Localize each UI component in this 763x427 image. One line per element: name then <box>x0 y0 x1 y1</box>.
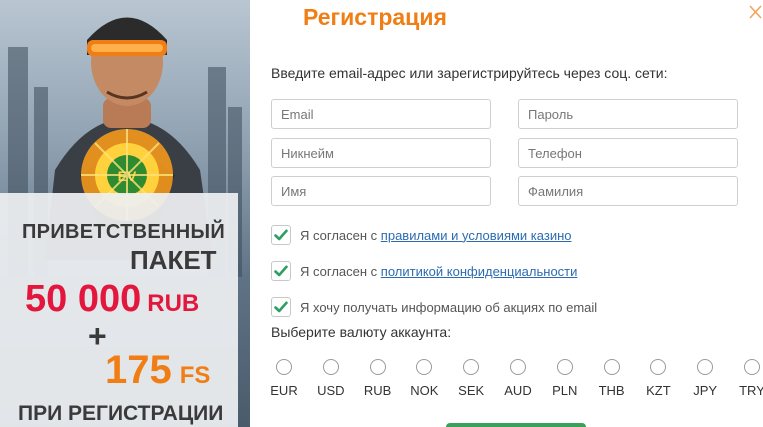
currency-radio[interactable] <box>556 359 573 375</box>
promo-package-text: ПАКЕТ <box>130 245 217 275</box>
currency-option-thb[interactable]: THB <box>592 359 632 398</box>
currency-radio[interactable] <box>369 359 386 375</box>
promo-email-checkbox[interactable] <box>271 297 291 317</box>
currency-code: TRY <box>739 383 763 398</box>
promo-bonus-value: 50 000 <box>25 278 142 320</box>
currency-code: JPY <box>693 383 718 398</box>
currency-code: RUB <box>363 383 392 398</box>
terms-agreement-row: Я согласен с правилами и условиями казин… <box>271 224 572 246</box>
currency-code: EUR <box>270 383 298 398</box>
currency-code: PLN <box>552 383 578 398</box>
currency-code: SEK <box>458 383 485 398</box>
currency-option-aud[interactable]: AUD <box>498 359 538 398</box>
promo-plus-sign: + <box>88 318 107 354</box>
dialog-title: Регистрация <box>303 4 447 30</box>
last-name-field[interactable] <box>518 176 738 206</box>
terms-prefix-text: Я согласен с <box>300 227 378 243</box>
currency-radio[interactable] <box>322 359 339 375</box>
privacy-agreement-row: Я согласен с политикой конфиденциальност… <box>271 260 577 282</box>
currency-radio[interactable] <box>463 359 480 375</box>
promo-bonus-currency: RUB <box>147 290 200 317</box>
phone-field[interactable] <box>518 138 738 168</box>
promo-banner: EV ПРИВЕТСТВЕННЫЙ ПАКЕТ 50 000RUB + 175F… <box>0 0 250 427</box>
terms-checkbox[interactable] <box>271 225 291 245</box>
currency-code: THB <box>598 383 625 398</box>
currency-code: NOK <box>410 383 439 398</box>
currency-option-nok[interactable]: NOK <box>404 359 444 398</box>
currency-option-try[interactable]: TRY <box>732 359 763 398</box>
promo-email-label: Я хочу получать информацию об акциях по … <box>300 299 598 315</box>
currency-label: Выберите валюту аккаунта: <box>271 324 452 340</box>
promo-email-row: Я хочу получать информацию об акциях по … <box>271 296 597 318</box>
currency-radio[interactable] <box>276 359 292 375</box>
checkmark-icon <box>274 229 288 241</box>
currency-option-usd[interactable]: USD <box>311 359 351 398</box>
currency-option-eur[interactable]: EUR <box>264 359 304 398</box>
terms-link[interactable]: правилами и условиями казино <box>381 228 572 243</box>
promo-welcome-text: ПРИВЕТСТВЕННЫЙ <box>22 221 226 243</box>
currency-option-sek[interactable]: SEK <box>451 359 491 398</box>
currency-code: USD <box>317 383 345 398</box>
currency-code: AUD <box>504 383 532 398</box>
privacy-checkbox[interactable] <box>271 261 291 281</box>
promo-free-spins-label: FS <box>179 362 211 389</box>
email-field[interactable] <box>271 99 491 129</box>
submit-button[interactable] <box>446 423 586 427</box>
nickname-field[interactable] <box>271 138 491 168</box>
registration-subtitle: Введите email-адрес или зарегистрируйтес… <box>271 65 668 81</box>
promo-free-spins-value: 175 <box>105 348 172 392</box>
close-button[interactable] <box>748 3 763 21</box>
checkmark-icon <box>274 301 288 313</box>
privacy-policy-link[interactable]: политикой конфиденциальности <box>381 264 578 279</box>
promo-on-registration-text: ПРИ РЕГИСТРАЦИИ <box>18 402 224 425</box>
currency-radio[interactable] <box>603 359 620 375</box>
promo-bonus-amount: 50 000 RUB <box>25 278 199 321</box>
currency-radio[interactable] <box>416 359 433 375</box>
currency-option-pln[interactable]: PLN <box>545 359 585 398</box>
promo-free-spins: 175 FS <box>105 348 210 393</box>
currency-radio[interactable] <box>697 359 714 375</box>
currency-radio[interactable] <box>744 359 760 375</box>
currency-option-jpy[interactable]: JPY <box>685 359 725 398</box>
first-name-field[interactable] <box>271 176 491 206</box>
currency-radio[interactable] <box>650 359 667 375</box>
currency-radio[interactable] <box>510 359 526 375</box>
checkmark-icon <box>274 265 288 277</box>
currency-option-kzt[interactable]: KZT <box>638 359 678 398</box>
currency-code: KZT <box>646 383 671 398</box>
privacy-prefix-text: Я согласен с <box>300 263 378 279</box>
password-field[interactable] <box>518 99 738 129</box>
currency-option-rub[interactable]: RUB <box>358 359 398 398</box>
close-icon <box>749 5 762 19</box>
